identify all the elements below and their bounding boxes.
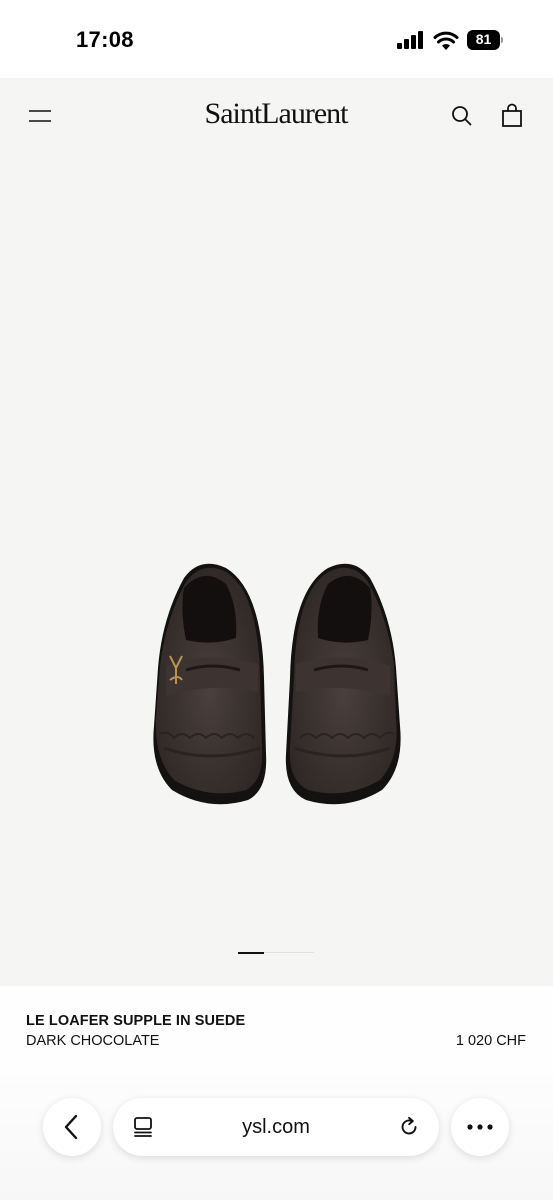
shopping-bag-button[interactable] xyxy=(499,103,525,129)
reload-button[interactable] xyxy=(397,1115,421,1139)
product-price: 1 020 CHF xyxy=(455,1033,526,1049)
product-gallery[interactable]: SaintLaurent xyxy=(0,78,553,986)
more-button[interactable] xyxy=(451,1098,509,1156)
address-text[interactable]: ysl.com xyxy=(113,1116,439,1139)
loafers-product-image[interactable] xyxy=(140,558,415,818)
carousel-pager[interactable] xyxy=(238,952,314,954)
menu-icon xyxy=(29,110,51,122)
reload-icon xyxy=(401,1116,417,1135)
cellular-signal-icon xyxy=(397,31,423,49)
battery-icon: 81 xyxy=(467,30,503,50)
status-time: 17:08 xyxy=(76,27,134,52)
back-chevron-icon xyxy=(64,1114,78,1140)
left-loafer xyxy=(153,563,267,805)
screen: 17:08 81 SaintLaurent LE LOAFER SUPPLE I… xyxy=(0,0,553,1200)
right-loafer xyxy=(285,563,401,805)
status-icons: 81 xyxy=(397,30,503,50)
back-button[interactable] xyxy=(43,1098,101,1156)
product-name: LE LOAFER SUPPLE IN SUEDE xyxy=(26,1013,246,1029)
product-info: LE LOAFER SUPPLE IN SUEDE DARK CHOCOLATE… xyxy=(0,986,553,1076)
search-icon xyxy=(452,106,472,126)
browser-toolbar: ysl.com xyxy=(0,1076,553,1200)
shopping-bag-icon xyxy=(502,103,522,127)
product-color: DARK CHOCOLATE xyxy=(26,1033,160,1049)
carousel-pager-active xyxy=(238,952,264,954)
address-bar[interactable]: ysl.com xyxy=(113,1098,439,1156)
brand-logo[interactable]: SaintLaurent xyxy=(196,94,356,134)
menu-button[interactable] xyxy=(26,102,54,130)
wifi-icon xyxy=(433,31,459,50)
search-button[interactable] xyxy=(449,103,475,129)
status-bar: 17:08 81 xyxy=(0,0,553,78)
battery-level: 81 xyxy=(475,31,492,47)
more-icon xyxy=(467,1124,493,1130)
site-header: SaintLaurent xyxy=(0,78,553,154)
